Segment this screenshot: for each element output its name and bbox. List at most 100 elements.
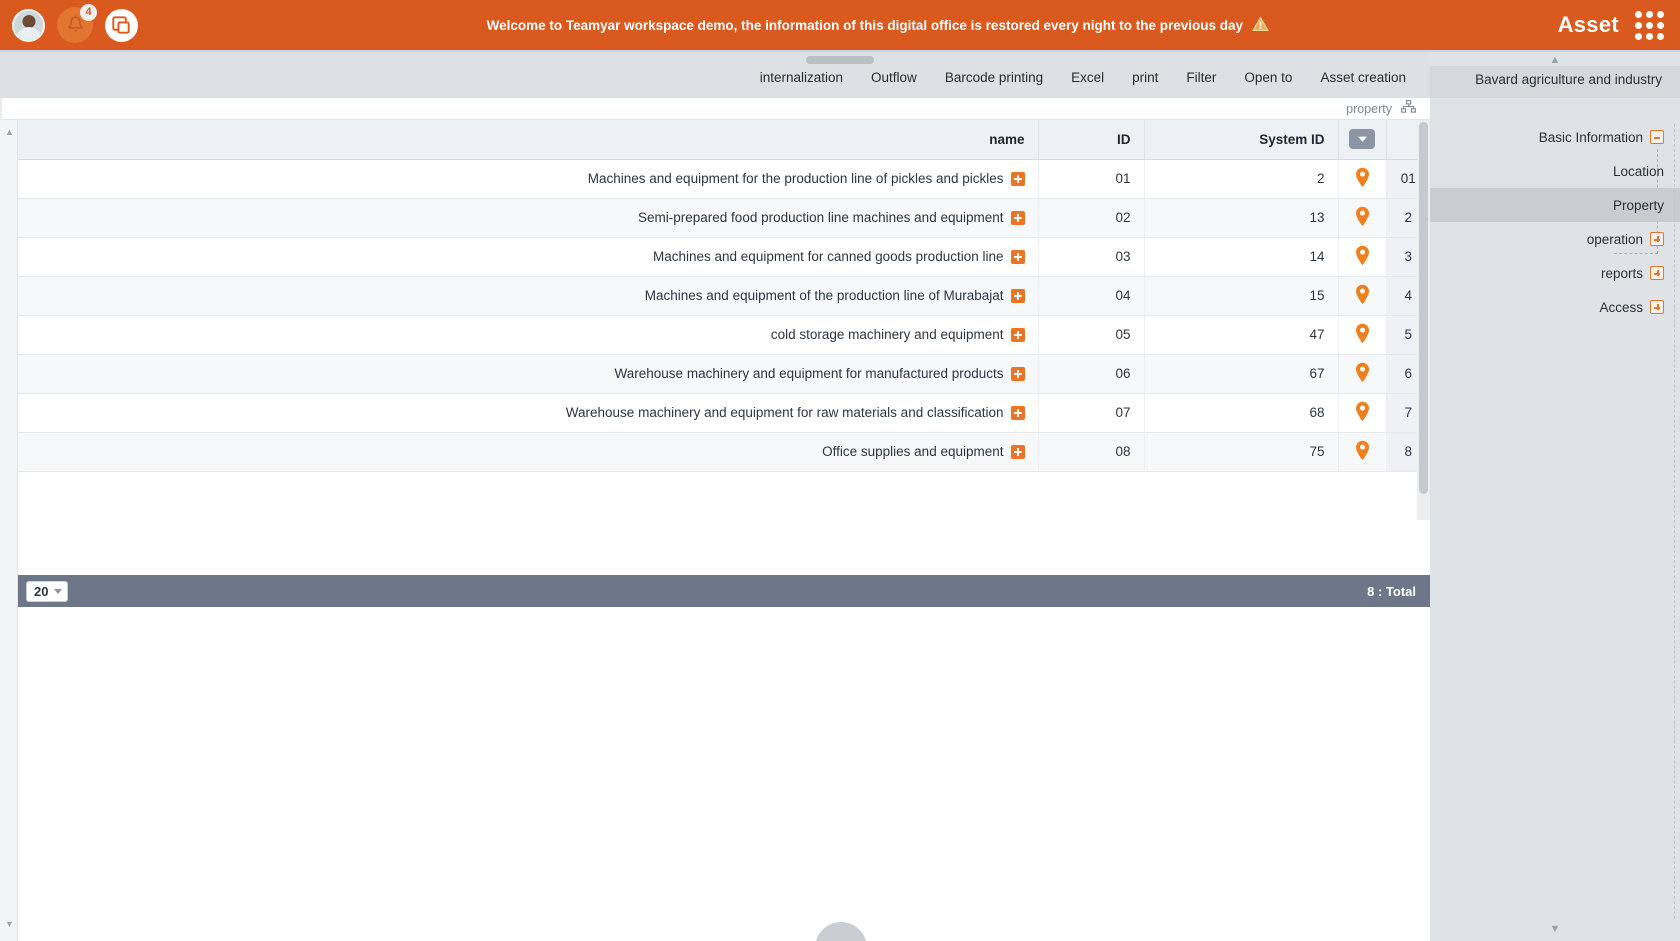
cell-system-id: 2 [1144, 159, 1339, 199]
cell-name: Warehouse machinery and equipment for ra… [18, 393, 1039, 433]
table-row[interactable]: Semi-prepared food production line machi… [18, 198, 1430, 238]
app-launcher-grid-icon[interactable] [1635, 10, 1664, 40]
cell-name: cold storage machinery and equipment [18, 315, 1039, 355]
plus-square-icon[interactable] [1010, 171, 1025, 186]
minus-square-icon[interactable] [1650, 130, 1664, 144]
sidebar-item-access[interactable]: Access [1430, 290, 1680, 324]
org-tree-icon[interactable] [1401, 99, 1416, 118]
sidebar-item-reports[interactable]: reports [1430, 256, 1680, 290]
name-cell-content: cold storage machinery and equipment [31, 327, 1025, 342]
cell-location [1338, 198, 1387, 238]
toolbar: internalization Outflow Barcode printing… [0, 50, 1430, 98]
vertical-scrollbar-thumb[interactable] [1419, 122, 1428, 494]
plus-square-icon[interactable] [1010, 288, 1025, 303]
map-pin-icon[interactable] [1355, 323, 1370, 344]
column-header-name[interactable]: name [18, 120, 1039, 160]
column-header-id[interactable]: ID [1038, 120, 1145, 160]
table-row[interactable]: Machines and equipment for the productio… [18, 159, 1430, 199]
sidebar-item-label: Basic Information [1538, 129, 1643, 145]
sidebar-item-label: Property [1612, 197, 1664, 213]
sidebar-item-property[interactable]: Property [1430, 188, 1680, 222]
toolbar-item-excel[interactable]: Excel [1057, 67, 1118, 88]
asset-data-grid: name ID System ID Machines and equipment… [18, 120, 1430, 472]
plus-square-icon[interactable] [1010, 327, 1025, 342]
sidebar-item-basic-information[interactable]: Basic Information [1430, 120, 1680, 154]
sidebar-item-label: reports [1600, 265, 1643, 281]
cell-location [1338, 315, 1387, 355]
toolbar-item-open-to[interactable]: Open to [1230, 67, 1306, 88]
sidebar-item-label: Access [1599, 299, 1643, 315]
toolbar-item-filter[interactable]: Filter [1172, 67, 1230, 88]
map-pin-icon[interactable] [1355, 206, 1370, 227]
map-pin-icon[interactable] [1355, 284, 1370, 305]
page-size-select[interactable]: 20 [26, 580, 69, 602]
name-cell-content: Machines and equipment of the production… [31, 288, 1025, 303]
avatar-body [15, 26, 42, 40]
toolbar-item-print[interactable]: print [1118, 67, 1172, 88]
plus-square-icon[interactable] [1010, 366, 1025, 381]
column-header-system-id[interactable]: System ID [1144, 120, 1339, 160]
table-row[interactable]: cold storage machinery and equipment 05 … [18, 315, 1430, 355]
top-bar-left-group: 4 [0, 4, 138, 43]
cell-id: 02 [1038, 198, 1145, 238]
toolbar-item-barcode-printing[interactable]: Barcode printing [931, 67, 1057, 88]
row-name-text: Machines and equipment for canned goods … [653, 249, 1004, 264]
cell-id: 06 [1038, 354, 1145, 394]
vertical-scrollbar[interactable] [1417, 120, 1430, 520]
app-title: Asset [1557, 12, 1619, 37]
table-row[interactable]: Warehouse machinery and equipment for ra… [18, 393, 1430, 433]
launcher-dot [1635, 21, 1642, 29]
map-pin-icon[interactable] [1355, 362, 1370, 383]
plus-square-icon[interactable] [1650, 232, 1664, 246]
map-pin-icon[interactable] [1355, 245, 1370, 266]
plus-square-icon[interactable] [1010, 210, 1025, 225]
sidebar-item-label: operation [1586, 231, 1643, 247]
table-row[interactable]: Warehouse machinery and equipment for ma… [18, 354, 1430, 394]
cell-location [1338, 276, 1387, 316]
cell-location [1338, 432, 1387, 472]
plus-square-icon[interactable] [1650, 266, 1664, 280]
plus-square-icon[interactable] [1010, 444, 1025, 459]
launcher-dot [1635, 10, 1642, 18]
plus-square-icon[interactable] [1010, 405, 1025, 420]
table-row[interactable]: Office supplies and equipment 08 75 8 [18, 432, 1430, 472]
window-copy-icon[interactable] [105, 8, 138, 42]
data-grid-wrapper: name ID System ID Machines and equipment… [18, 120, 1430, 941]
cell-id: 07 [1038, 393, 1145, 433]
chevron-up-icon[interactable]: ▲ [1430, 55, 1680, 66]
notifications-button[interactable]: 4 [57, 4, 97, 43]
toolbar-drag-handle[interactable] [806, 56, 874, 64]
sidebar-item-label: Location [1612, 163, 1664, 179]
plus-square-icon[interactable] [1650, 300, 1664, 314]
top-bar-right-group: Asset [1557, 10, 1680, 40]
chevron-down-icon[interactable]: ▼ [1430, 924, 1680, 935]
map-pin-icon[interactable] [1355, 401, 1370, 422]
toolbar-item-outflow[interactable]: Outflow [857, 67, 931, 88]
toolbar-item-internalization[interactable]: internalization [746, 67, 857, 88]
launcher-dot [1635, 32, 1642, 40]
notification-badge: 4 [80, 4, 97, 21]
cell-name: Semi-prepared food production line machi… [18, 198, 1039, 238]
sidebar-title[interactable]: Bavard agriculture and industry [1430, 66, 1680, 98]
cell-name: Machines and equipment of the production… [18, 276, 1039, 316]
plus-square-icon[interactable] [1010, 249, 1025, 264]
sub-header: property [0, 98, 1430, 120]
row-name-text: Semi-prepared food production line machi… [638, 210, 1004, 225]
toolbar-item-asset-creation[interactable]: Asset creation [1306, 67, 1420, 88]
avatar[interactable] [12, 8, 45, 42]
map-pin-icon[interactable] [1355, 440, 1370, 461]
row-name-text: Warehouse machinery and equipment for ma… [614, 366, 1004, 381]
sidebar-item-operation[interactable]: operation [1430, 222, 1680, 256]
table-row[interactable]: Machines and equipment for canned goods … [18, 237, 1430, 277]
sidebar-scroll-track[interactable] [1674, 124, 1680, 919]
sidebar-items: Basic Information Location Property oper… [1430, 120, 1680, 324]
sub-header-label: property [1346, 101, 1392, 116]
sidebar-item-location[interactable]: Location [1430, 154, 1680, 188]
cell-location [1338, 237, 1387, 277]
table-row[interactable]: Machines and equipment of the production… [18, 276, 1430, 316]
left-rail: ▲ ▼ [0, 120, 18, 941]
name-cell-content: Machines and equipment for canned goods … [31, 249, 1025, 264]
launcher-dot [1646, 32, 1653, 40]
map-pin-icon[interactable] [1355, 167, 1370, 188]
chevron-down-icon[interactable] [1349, 129, 1375, 150]
